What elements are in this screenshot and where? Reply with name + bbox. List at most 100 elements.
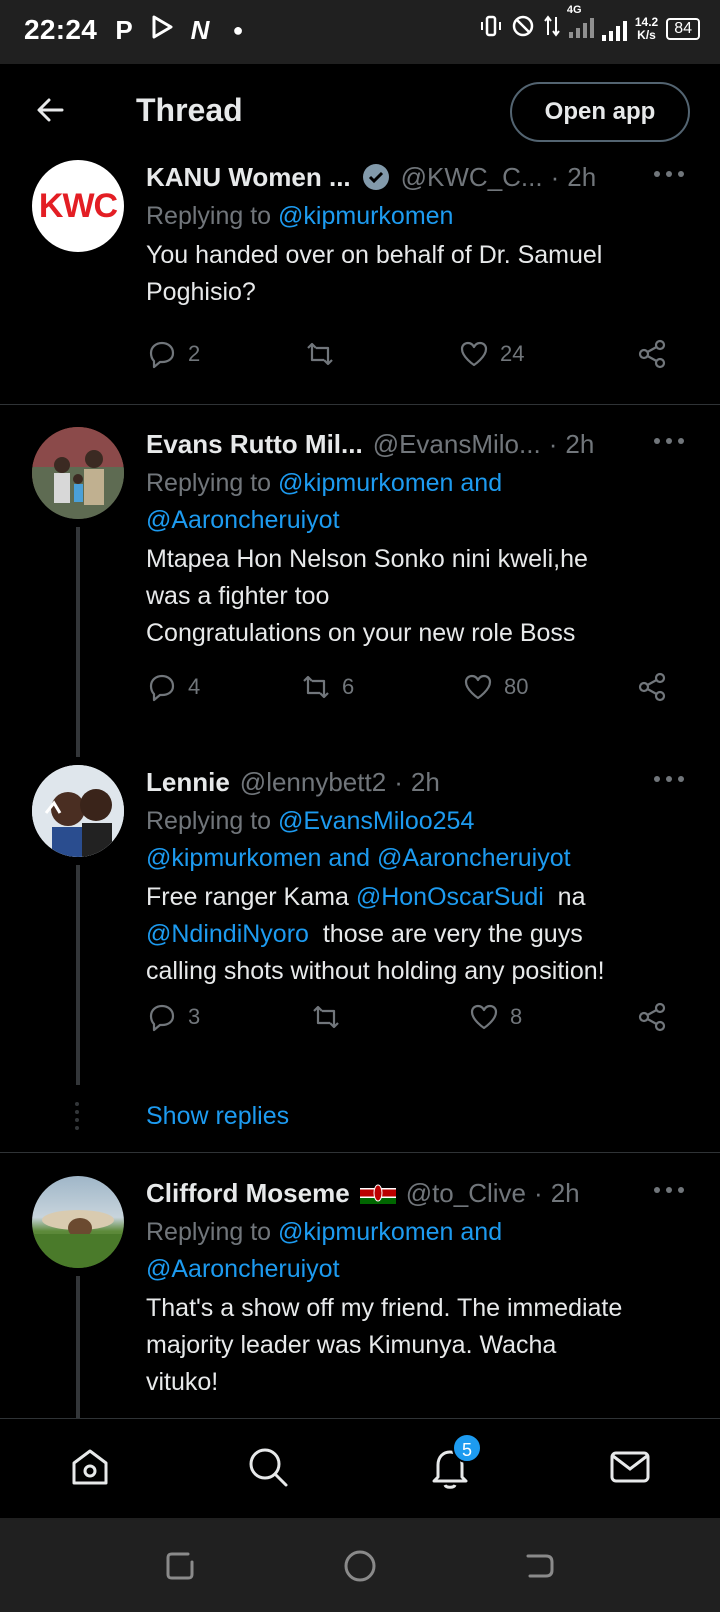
back-arrow-icon[interactable] (34, 94, 66, 126)
back-button-icon[interactable] (522, 1548, 558, 1584)
separator-dot: · (394, 766, 403, 797)
tweet[interactable]: KWC KANU Women ... @KWC_C... · 2h Replyi… (0, 160, 720, 405)
tweet-actions: 2 24 (146, 338, 686, 378)
speed-unit: K/s (637, 28, 656, 42)
timestamp[interactable]: 2h (551, 1178, 580, 1209)
separator-dot: · (534, 1177, 543, 1208)
status-right-icons: 4G 14.2 K/s 84 (479, 4, 700, 44)
search-icon[interactable] (244, 1443, 292, 1491)
tweet-text: You handed over on behalf of Dr. Samuel … (146, 237, 700, 311)
tweet-header: KANU Women ... @KWC_C... · 2h (146, 160, 700, 194)
mention-link[interactable]: @EvansMiloo254 (278, 807, 474, 835)
share-button[interactable] (636, 671, 668, 703)
display-name[interactable]: KANU Women ... (146, 162, 351, 193)
avatar[interactable] (32, 1176, 124, 1268)
replying-prefix: Replying to (146, 202, 272, 230)
tweet[interactable]: Lennie @lennybett2 · 2h Replying to @Eva… (0, 765, 720, 1085)
thread-header: Thread Open app (0, 64, 720, 160)
more-options-icon[interactable] (652, 164, 686, 184)
mention-link[interactable]: @Aaroncheruiyot (146, 1251, 700, 1288)
mention-link[interactable]: @kipmurkomen and @Aaroncheruiyot (146, 840, 700, 877)
tweet-text-line: Poghisio? (146, 278, 256, 306)
avatar-photo (32, 427, 124, 519)
tweet-header: Lennie @lennybett2 · 2h (146, 765, 700, 799)
avatar-photo (32, 1210, 124, 1268)
share-icon (638, 1002, 666, 1032)
home-button-icon[interactable] (342, 1548, 378, 1584)
tweet-text: That's a show off my friend. The immedia… (146, 1290, 700, 1401)
mention-link[interactable]: @NdindiNyoro (146, 920, 309, 948)
like-count: 24 (500, 341, 525, 366)
open-app-button[interactable]: Open app (510, 82, 690, 142)
replying-to: Replying to @kipmurkomen and @Aaroncheru… (146, 465, 700, 539)
replying-to: Replying to @kipmurkomen and @Aaroncheru… (146, 1214, 700, 1288)
reply-button[interactable]: 3 (146, 1001, 200, 1033)
reply-count: 3 (188, 1004, 201, 1029)
retweet-button[interactable] (304, 338, 346, 370)
share-icon (638, 672, 666, 702)
tweet[interactable]: Clifford Moseme @to_Clive · 2h Replying … (0, 1176, 720, 1418)
retweet-icon (307, 342, 333, 366)
tweet-text-line: Mtapea Hon Nelson Sonko nini kweli,he (146, 545, 588, 573)
heart-icon (460, 341, 488, 367)
more-options-icon[interactable] (652, 769, 686, 789)
reply-button[interactable]: 4 (146, 671, 200, 703)
display-name[interactable]: Clifford Moseme (146, 1178, 350, 1209)
share-button[interactable] (636, 1001, 668, 1033)
home-icon[interactable] (66, 1443, 114, 1491)
show-replies-link[interactable]: Show replies (146, 1102, 289, 1131)
reply-icon (149, 341, 175, 369)
mention-link[interactable]: @kipmurkomen and (278, 1218, 502, 1246)
avatar-logo-text: KWC (38, 186, 118, 225)
avatar[interactable] (32, 765, 124, 857)
reply-count: 2 (188, 341, 201, 366)
reply-count: 4 (188, 674, 201, 699)
retweet-button[interactable]: 6 (300, 671, 354, 703)
like-button[interactable]: 80 (462, 671, 528, 703)
mention-link[interactable]: @kipmurkomen (278, 202, 453, 230)
status-bar: 22:24 P N ● 4G 14.2 K/s 84 (0, 0, 720, 64)
messages-icon[interactable] (606, 1443, 654, 1491)
reply-icon (149, 674, 175, 702)
display-name[interactable]: Lennie (146, 767, 230, 798)
tweet-actions: 4 6 80 (146, 671, 686, 711)
timestamp[interactable]: 2h (567, 162, 596, 193)
avatar[interactable]: KWC (32, 160, 124, 252)
vibrate-icon (479, 14, 503, 44)
like-button[interactable]: 24 (458, 338, 524, 370)
avatar[interactable] (32, 427, 124, 519)
more-options-icon[interactable] (652, 1180, 686, 1200)
play-store-icon (148, 14, 176, 47)
tweet-text: Free ranger Kama @HonOscarSudi na @Ndind… (146, 879, 700, 990)
share-button[interactable] (636, 338, 668, 370)
handle[interactable]: @lennybett2 (240, 767, 386, 798)
text-fragment: those are very the guys (308, 920, 583, 948)
handle[interactable]: @KWC_C... (401, 162, 543, 193)
timestamp[interactable]: 2h (411, 767, 440, 798)
reply-button[interactable]: 2 (146, 338, 200, 370)
mention-link[interactable]: @HonOscarSudi (356, 883, 544, 911)
display-name[interactable]: Evans Rutto Mil... (146, 429, 363, 460)
tweet-actions: 3 8 (146, 1001, 686, 1041)
replying-prefix: Replying to (146, 807, 272, 835)
system-navigation-bar (0, 1518, 720, 1612)
timestamp[interactable]: 2h (565, 429, 594, 460)
more-options-icon[interactable] (652, 431, 686, 451)
like-button[interactable]: 8 (468, 1001, 522, 1033)
data-transfer-icon (543, 14, 561, 44)
tweet-text-line: was a fighter too (146, 582, 330, 610)
mention-link[interactable]: @Aaroncheruiyot (146, 502, 700, 539)
replying-prefix: Replying to (146, 1218, 272, 1246)
notification-dot-icon: ● (232, 20, 244, 40)
divider (0, 1152, 720, 1153)
mention-link[interactable]: @kipmurkomen and (278, 469, 502, 497)
retweet-icon (303, 675, 329, 699)
recent-apps-icon[interactable] (162, 1548, 198, 1584)
handle[interactable]: @to_Clive (406, 1178, 526, 1209)
separator-dot: · (548, 428, 558, 459)
handle[interactable]: @EvansMilo... (373, 429, 541, 460)
retweet-button[interactable] (310, 1001, 352, 1033)
status-left-icons: P N ● (110, 14, 252, 47)
tweet[interactable]: Evans Rutto Mil... @EvansMilo... · 2h Re… (0, 427, 720, 757)
retweet-count: 6 (342, 674, 355, 699)
